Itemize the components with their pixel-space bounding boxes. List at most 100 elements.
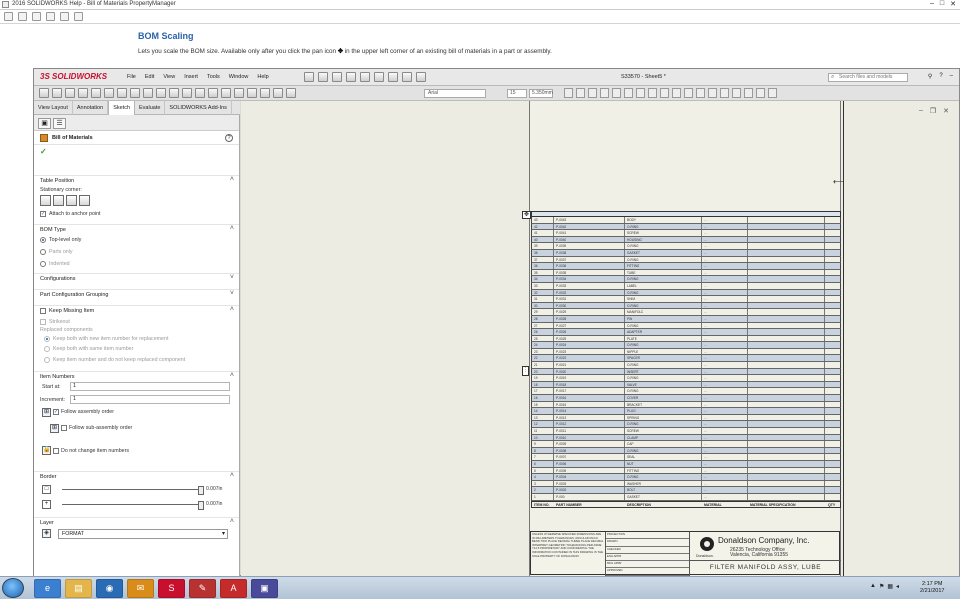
table-row[interactable]: 26 P-0026 ADAPTER... xyxy=(531,329,841,336)
section-item-numbers[interactable]: Item Numbers ˄ xyxy=(34,371,239,381)
radio-replace-same[interactable] xyxy=(44,346,50,352)
grid-border-slider[interactable] xyxy=(62,501,204,510)
table-row[interactable]: 28 P-0028 PIN... xyxy=(531,315,841,323)
ie-icon[interactable]: e xyxy=(34,579,61,598)
table-row[interactable]: 27 P-0027 O-RING... xyxy=(531,322,841,330)
offset-icon[interactable] xyxy=(195,88,205,98)
minimize-icon[interactable]: – xyxy=(930,0,934,8)
radio-replace-keep[interactable] xyxy=(44,357,50,363)
back-icon[interactable] xyxy=(18,12,27,21)
tab-addins[interactable]: SOLIDWORKS Add-Ins xyxy=(165,101,232,115)
box-border-slider[interactable] xyxy=(62,486,204,495)
table-row[interactable]: 1 P-000 GASKET... xyxy=(531,493,841,501)
file-properties-icon[interactable] xyxy=(402,72,412,82)
align-center-icon[interactable] xyxy=(624,88,633,98)
collapse-icon[interactable]: ˄ xyxy=(230,225,234,232)
table-row[interactable]: 6 P-0006 NUT... xyxy=(531,460,841,468)
align-right-icon[interactable] xyxy=(636,88,645,98)
layer-select[interactable]: FORMAT xyxy=(58,529,228,539)
quick-snaps-icon[interactable] xyxy=(273,88,283,98)
user-icon[interactable]: ⚲ xyxy=(928,73,932,80)
start-at-input[interactable]: 1 xyxy=(70,382,230,391)
table-row[interactable]: 8 P-0008 O-RING... xyxy=(531,447,841,455)
section-border[interactable]: Border ˄ xyxy=(34,471,239,481)
section-part-config-grouping[interactable]: Part Configuration Grouping ˅ xyxy=(34,289,239,299)
bom-scale-handle[interactable]: ⋮ xyxy=(522,366,529,376)
outlook-icon[interactable]: ✉ xyxy=(127,579,154,598)
table-row[interactable]: 2 P-0002 BOLT... xyxy=(531,487,841,494)
table-row[interactable]: 15 P-0015 BRACKET... xyxy=(531,401,841,409)
menu-tools[interactable]: Tools xyxy=(207,74,220,80)
corner-bottom-right-icon[interactable] xyxy=(79,195,90,206)
table-row[interactable]: 11 P-0011 SCREW... xyxy=(531,428,841,435)
table-row[interactable]: 42 P-0042 O-RING... xyxy=(531,223,841,231)
table-row[interactable]: 21 P-0021 O-RING... xyxy=(531,362,841,369)
table-row[interactable]: 9 P-0009 CAP... xyxy=(531,441,841,448)
table-row[interactable]: 13 P-0013 SPRING... xyxy=(531,414,841,422)
print-icon[interactable] xyxy=(60,12,69,21)
expand-icon[interactable]: ˅ xyxy=(230,274,234,281)
table-icon[interactable] xyxy=(732,88,741,98)
table-row[interactable]: 23 P-0023 NIPPLE... xyxy=(531,348,841,356)
table-row[interactable]: 40 P-0040 HOUSING... xyxy=(531,236,841,244)
color-icon[interactable] xyxy=(720,88,729,98)
strikeout-checkbox[interactable] xyxy=(40,319,46,325)
tray-arrow-icon[interactable]: ▲ xyxy=(870,583,876,590)
smart-dimension-icon[interactable] xyxy=(39,88,49,98)
rapid-sketch-icon[interactable] xyxy=(286,88,296,98)
layer-icon[interactable] xyxy=(708,88,717,98)
table-row[interactable]: 29 P-0029 MANIFOLD... xyxy=(531,309,841,316)
table-row[interactable]: 16 P-0016 COVER... xyxy=(531,395,841,402)
font-height-field[interactable]: 5.350mm xyxy=(529,89,553,98)
table-row[interactable]: 20 P-0020 INSERT... xyxy=(531,368,841,376)
keep-missing-checkbox[interactable] xyxy=(40,308,46,314)
table-row[interactable]: 33 P-0033 LABEL... xyxy=(531,282,841,290)
table-row[interactable]: 43 P-0043 BODY... xyxy=(531,217,841,224)
grid-border-value[interactable]: 0.007in xyxy=(206,501,222,507)
move-icon[interactable] xyxy=(234,88,244,98)
tab-evaluate[interactable]: Evaluate xyxy=(135,101,166,115)
box-border-value[interactable]: 0.007in xyxy=(206,486,222,492)
attach-anchor-checkbox[interactable] xyxy=(40,211,46,217)
arc-icon[interactable] xyxy=(91,88,101,98)
repair-icon[interactable] xyxy=(260,88,270,98)
help-icon[interactable]: ? xyxy=(225,134,233,142)
do-not-change-checkbox[interactable] xyxy=(53,448,59,454)
font-name-field[interactable]: Arial xyxy=(424,89,486,98)
table-row[interactable]: 19 P-0019 O-RING... xyxy=(531,375,841,382)
collapse-icon[interactable]: ˄ xyxy=(230,472,234,479)
section-configurations[interactable]: Configurations ˅ xyxy=(34,273,239,283)
select-icon[interactable] xyxy=(374,72,384,82)
table-row[interactable]: 10 P-0010 CLAMP... xyxy=(531,434,841,442)
save-icon[interactable] xyxy=(332,72,342,82)
close-icon[interactable]: ✕ xyxy=(950,0,956,8)
fillet-icon[interactable] xyxy=(130,88,140,98)
radio-top-level[interactable] xyxy=(40,237,46,243)
menu-file[interactable]: File xyxy=(127,74,136,80)
table-row[interactable]: 3 P-0003 WASHER... xyxy=(531,480,841,488)
italic-icon[interactable] xyxy=(576,88,585,98)
graphics-area[interactable]: – ❐ ✕ ⟵ ✥ ⋮ 43 P-0043 BODY... 42 P-0042 O-RIN… xyxy=(241,101,959,577)
table-row[interactable]: 34 P-0034 O-RING... xyxy=(531,276,841,283)
table-row[interactable]: 36 P-0036 FITTING... xyxy=(531,263,841,270)
pdf-icon[interactable]: ✎ xyxy=(189,579,216,598)
expand-icon[interactable]: ˅ xyxy=(230,290,234,297)
collapse-icon[interactable]: ˄ xyxy=(230,176,234,183)
explorer-icon[interactable]: ▤ xyxy=(65,579,92,598)
doc-close-icon[interactable]: ✕ xyxy=(943,107,949,115)
clock[interactable]: 2:17 PM 2/21/2017 xyxy=(920,581,944,595)
options-icon[interactable] xyxy=(416,72,426,82)
tab-sketch[interactable]: Sketch xyxy=(108,101,136,115)
table-row[interactable]: 31 P-0031 SHIM... xyxy=(531,296,841,303)
flag-icon[interactable]: ⚑ xyxy=(879,583,884,590)
point-icon[interactable] xyxy=(156,88,166,98)
corner-top-left-icon[interactable] xyxy=(40,195,51,206)
ok-icon[interactable]: ✓ xyxy=(40,147,47,156)
table-row[interactable]: 39 P-0039 O-RING... xyxy=(531,243,841,250)
maximize-icon[interactable]: □ xyxy=(940,0,944,8)
follow-sub-checkbox[interactable] xyxy=(61,425,67,431)
bold-icon[interactable] xyxy=(564,88,573,98)
merge-icon[interactable] xyxy=(672,88,681,98)
corner-bottom-left-icon[interactable] xyxy=(66,195,77,206)
line-icon[interactable] xyxy=(52,88,62,98)
